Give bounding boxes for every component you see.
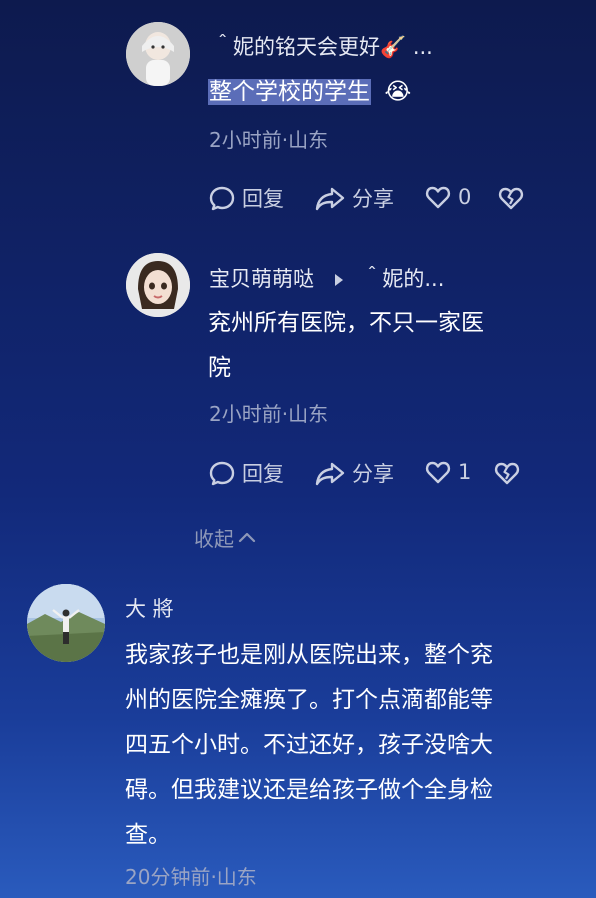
reply-icon: [209, 186, 235, 211]
avatar-main-user[interactable]: [27, 584, 105, 662]
collapse-replies-button[interactable]: 收起: [194, 523, 258, 552]
share-button[interactable]: 分享: [314, 183, 394, 213]
comment-text: 整个学校的学生 😭: [208, 70, 411, 115]
avatar-user-2[interactable]: [126, 253, 190, 317]
selected-text[interactable]: 整个学校的学生: [208, 79, 371, 105]
reply-icon: [209, 461, 235, 486]
heart-icon: [425, 461, 451, 484]
comment-meta: 20分钟前·山东: [125, 865, 257, 889]
comment-text: 我家孩子也是刚从医院出来，整个兖 州的医院全瘫痪了。打个点滴都能等 四五个小时。…: [125, 642, 493, 848]
share-button[interactable]: 分享: [314, 458, 394, 488]
crying-emoji-icon: 😭: [384, 79, 412, 105]
comment-author[interactable]: 大 將: [125, 593, 174, 623]
play-triangle-icon: [334, 274, 343, 286]
comment-meta: 2小时前·山东: [209, 128, 329, 152]
comment-meta: 2小时前·山东: [209, 402, 329, 426]
reply-to-user[interactable]: ＾妮的...: [361, 267, 444, 291]
heart-icon: [425, 186, 451, 209]
avatar-user-1[interactable]: [126, 22, 190, 86]
share-icon: [315, 187, 345, 211]
reply-button[interactable]: 回复: [208, 458, 284, 488]
dislike-button[interactable]: [493, 459, 521, 487]
share-icon: [315, 462, 345, 486]
comment-author[interactable]: ＾妮的铭天会更好🎸 ...: [212, 31, 433, 61]
like-count: 0: [458, 185, 472, 209]
broken-heart-icon: [498, 187, 524, 210]
like-count: 1: [458, 460, 472, 484]
chevron-up-icon: [238, 532, 256, 542]
comment-author[interactable]: 宝贝萌萌哒: [209, 267, 314, 291]
dislike-button[interactable]: [497, 184, 525, 212]
like-button[interactable]: 0: [424, 183, 471, 211]
comment-text: 兖州所有医院，不只一家医 院: [208, 310, 484, 381]
like-button[interactable]: 1: [424, 458, 471, 486]
reply-button[interactable]: 回复: [208, 183, 284, 213]
broken-heart-icon: [494, 462, 520, 485]
comment-author-line: 宝贝萌萌哒 ＾妮的...: [209, 263, 444, 293]
